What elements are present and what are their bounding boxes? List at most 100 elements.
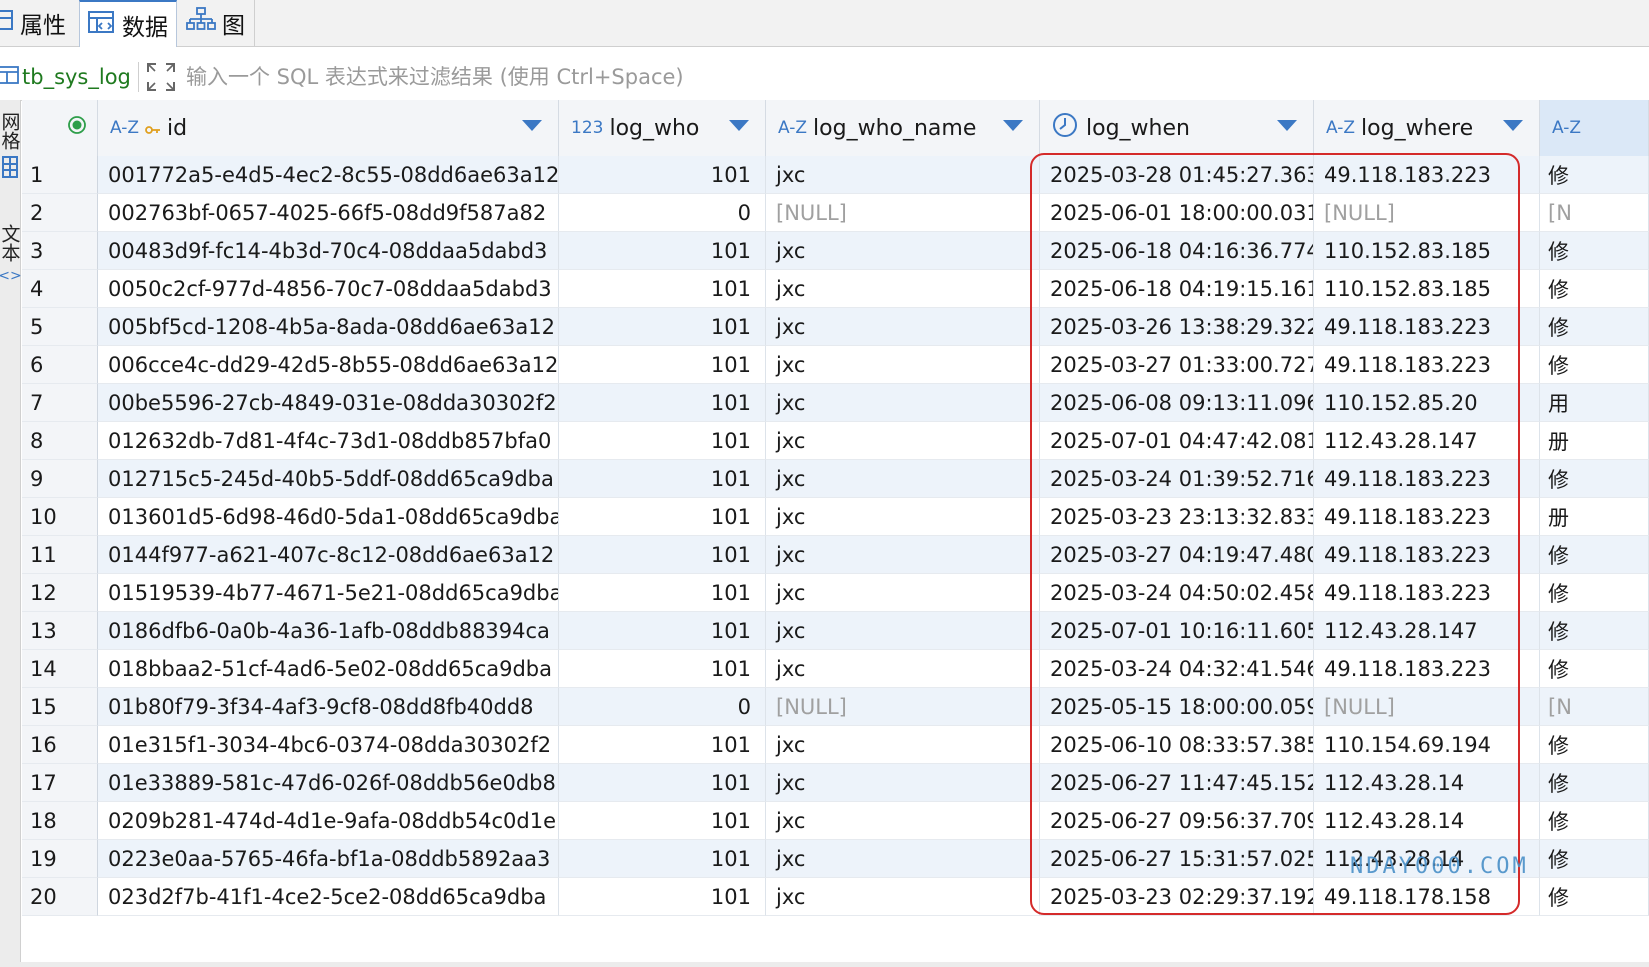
column-header-log-who-name[interactable]: A-Z log_who_name bbox=[766, 100, 1040, 156]
cell-log-who-name[interactable]: jxc bbox=[766, 308, 1040, 346]
cell-log-when[interactable]: 2025-03-27 01:33:00.727 bbox=[1040, 346, 1314, 384]
cell-log-when[interactable]: 2025-03-23 02:29:37.192 bbox=[1040, 878, 1314, 916]
row-number[interactable]: 12 bbox=[22, 574, 98, 612]
cell-id[interactable]: 01e315f1-3034-4bc6-0374-08dda30302f2 bbox=[98, 726, 559, 764]
column-menu-arrow-icon[interactable] bbox=[1003, 120, 1023, 131]
column-header-log-when[interactable]: log_when bbox=[1040, 100, 1314, 156]
cell-log-when[interactable]: 2025-03-24 01:39:52.716 bbox=[1040, 460, 1314, 498]
cell-next[interactable]: 修 bbox=[1540, 764, 1649, 802]
table-row[interactable]: 9 012715c5-245d-40b5-5ddf-08dd65ca9dba 101… bbox=[22, 460, 1649, 498]
cell-next[interactable]: 修 bbox=[1540, 650, 1649, 688]
row-number[interactable]: 20 bbox=[22, 878, 98, 916]
row-number[interactable]: 7 bbox=[22, 384, 98, 422]
cell-id[interactable]: 023d2f7b-41f1-4ce2-5ce2-08dd65ca9dba bbox=[98, 878, 559, 916]
table-row[interactable]: 5 005bf5cd-1208-4b5a-8ada-08dd6ae63a12 101… bbox=[22, 308, 1649, 346]
row-number[interactable]: 17 bbox=[22, 764, 98, 802]
table-row[interactable]: 13 0186dfb6-0a0b-4a36-1afb-08ddb88394ca 10… bbox=[22, 612, 1649, 650]
side-tab-grid[interactable]: 网格 bbox=[0, 112, 21, 183]
cell-log-where[interactable]: 112.43.28.147 bbox=[1314, 422, 1540, 460]
table-row[interactable]: 8 012632db-7d81-4f4c-73d1-08ddb857bfa0 101… bbox=[22, 422, 1649, 460]
cell-log-who-name[interactable]: jxc bbox=[766, 460, 1040, 498]
cell-log-where[interactable]: 49.118.183.223 bbox=[1314, 650, 1540, 688]
cell-log-when[interactable]: 2025-06-08 09:13:11.096 bbox=[1040, 384, 1314, 422]
cell-next[interactable]: 册 bbox=[1540, 422, 1649, 460]
cell-id[interactable]: 006cce4c-dd29-42d5-8b55-08dd6ae63a12 bbox=[98, 346, 559, 384]
cell-log-when[interactable]: 2025-03-27 04:19:47.480 bbox=[1040, 536, 1314, 574]
table-row[interactable]: 16 01e315f1-3034-4bc6-0374-08dda30302f2 10… bbox=[22, 726, 1649, 764]
cell-log-who[interactable]: 101 bbox=[559, 650, 766, 688]
tab-properties[interactable]: 属性 bbox=[0, 0, 78, 46]
cell-next[interactable]: 修 bbox=[1540, 574, 1649, 612]
cell-id[interactable]: 002763bf-0657-4025-66f5-08dd9f587a82 bbox=[98, 194, 559, 232]
cell-log-who-name[interactable]: jxc bbox=[766, 346, 1040, 384]
cell-next[interactable]: 修 bbox=[1540, 346, 1649, 384]
cell-id[interactable]: 001772a5-e4d5-4ec2-8c55-08dd6ae63a12 bbox=[98, 156, 559, 194]
cell-log-where[interactable]: 49.118.183.223 bbox=[1314, 156, 1540, 194]
row-number[interactable]: 11 bbox=[22, 536, 98, 574]
table-row[interactable]: 3 00483d9f-fc14-4b3d-70c4-08ddaa5dabd3 101… bbox=[22, 232, 1649, 270]
cell-next[interactable]: 修 bbox=[1540, 270, 1649, 308]
cell-log-when[interactable]: 2025-03-23 23:13:32.833 bbox=[1040, 498, 1314, 536]
table-row[interactable]: 15 01b80f79-3f34-4af3-9cf8-08dd8fb40dd8 0[… bbox=[22, 688, 1649, 726]
cell-log-when[interactable]: 2025-03-24 04:32:41.546 bbox=[1040, 650, 1314, 688]
cell-next[interactable]: 修 bbox=[1540, 802, 1649, 840]
table-row[interactable]: 7 00be5596-27cb-4849-031e-08dda30302f2 101… bbox=[22, 384, 1649, 422]
cell-log-when[interactable]: 2025-05-15 18:00:00.059 bbox=[1040, 688, 1314, 726]
cell-log-who[interactable]: 101 bbox=[559, 460, 766, 498]
cell-log-who-name[interactable]: jxc bbox=[766, 156, 1040, 194]
cell-log-when[interactable]: 2025-07-01 04:47:42.081 bbox=[1040, 422, 1314, 460]
cell-log-who[interactable]: 101 bbox=[559, 574, 766, 612]
cell-log-who[interactable]: 101 bbox=[559, 308, 766, 346]
cell-log-where[interactable]: 112.43.28.14 bbox=[1314, 802, 1540, 840]
row-number[interactable]: 6 bbox=[22, 346, 98, 384]
column-menu-arrow-icon[interactable] bbox=[1503, 120, 1523, 131]
cell-id[interactable]: 0144f977-a621-407c-8c12-08dd6ae63a12 bbox=[98, 536, 559, 574]
row-number[interactable]: 9 bbox=[22, 460, 98, 498]
cell-next[interactable]: 修 bbox=[1540, 232, 1649, 270]
cell-id[interactable]: 005bf5cd-1208-4b5a-8ada-08dd6ae63a12 bbox=[98, 308, 559, 346]
cell-log-who-name[interactable]: jxc bbox=[766, 498, 1040, 536]
cell-log-who[interactable]: 101 bbox=[559, 802, 766, 840]
cell-log-where[interactable]: 49.118.183.223 bbox=[1314, 574, 1540, 612]
row-number[interactable]: 8 bbox=[22, 422, 98, 460]
table-row[interactable]: 20 023d2f7b-41f1-4ce2-5ce2-08dd65ca9dba 10… bbox=[22, 878, 1649, 916]
cell-log-when[interactable]: 2025-03-28 01:45:27.363 bbox=[1040, 156, 1314, 194]
cell-log-who-name[interactable]: jxc bbox=[766, 384, 1040, 422]
cell-log-who[interactable]: 101 bbox=[559, 840, 766, 878]
column-menu-arrow-icon[interactable] bbox=[1277, 120, 1297, 131]
cell-id[interactable]: 00483d9f-fc14-4b3d-70c4-08ddaa5dabd3 bbox=[98, 232, 559, 270]
cell-log-where[interactable]: 110.152.83.185 bbox=[1314, 270, 1540, 308]
row-number[interactable]: 5 bbox=[22, 308, 98, 346]
cell-log-where[interactable]: 110.152.83.185 bbox=[1314, 232, 1540, 270]
cell-next[interactable]: [N bbox=[1540, 688, 1649, 726]
select-all-corner[interactable] bbox=[22, 100, 98, 156]
cell-log-when[interactable]: 2025-06-18 04:19:15.161 bbox=[1040, 270, 1314, 308]
cell-next[interactable]: 册 bbox=[1540, 498, 1649, 536]
cell-next[interactable]: [N bbox=[1540, 194, 1649, 232]
table-row[interactable]: 12 01519539-4b77-4671-5e21-08dd65ca9dba 10… bbox=[22, 574, 1649, 612]
row-number[interactable]: 19 bbox=[22, 840, 98, 878]
cell-log-when[interactable]: 2025-03-24 04:50:02.458 bbox=[1040, 574, 1314, 612]
cell-id[interactable]: 0050c2cf-977d-4856-70c7-08ddaa5dabd3 bbox=[98, 270, 559, 308]
row-number[interactable]: 15 bbox=[22, 688, 98, 726]
cell-log-who-name[interactable]: jxc bbox=[766, 726, 1040, 764]
cell-log-where[interactable]: 49.118.183.223 bbox=[1314, 346, 1540, 384]
column-header-next[interactable]: A-Z bbox=[1540, 100, 1649, 156]
table-row[interactable]: 2 002763bf-0657-4025-66f5-08dd9f587a82 0 [N… bbox=[22, 194, 1649, 232]
sql-filter-input[interactable] bbox=[186, 54, 1086, 100]
column-header-log-who[interactable]: 123 log_who bbox=[559, 100, 766, 156]
cell-log-when[interactable]: 2025-06-10 08:33:57.385 bbox=[1040, 726, 1314, 764]
cell-log-who[interactable]: 101 bbox=[559, 878, 766, 916]
row-number[interactable]: 10 bbox=[22, 498, 98, 536]
column-menu-arrow-icon[interactable] bbox=[522, 120, 542, 131]
cell-log-who[interactable]: 101 bbox=[559, 270, 766, 308]
cell-id[interactable]: 013601d5-6d98-46d0-5da1-08dd65ca9dba bbox=[98, 498, 559, 536]
cell-log-who[interactable]: 101 bbox=[559, 612, 766, 650]
cell-id[interactable]: 0186dfb6-0a0b-4a36-1afb-08ddb88394ca bbox=[98, 612, 559, 650]
table-row[interactable]: 1 001772a5-e4d5-4ec2-8c55-08dd6ae63a12 101… bbox=[22, 156, 1649, 194]
table-row[interactable]: 17 01e33889-581c-47d6-026f-08ddb56e0db8 10… bbox=[22, 764, 1649, 802]
cell-log-where[interactable]: 49.118.183.223 bbox=[1314, 536, 1540, 574]
cell-log-who[interactable]: 101 bbox=[559, 346, 766, 384]
cell-log-when[interactable]: 2025-06-27 11:47:45.152 bbox=[1040, 764, 1314, 802]
row-number[interactable]: 3 bbox=[22, 232, 98, 270]
